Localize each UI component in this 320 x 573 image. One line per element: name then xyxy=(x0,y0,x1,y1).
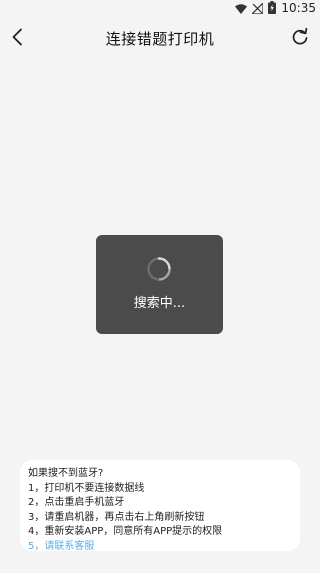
help-card: 如果搜不到蓝牙? 1，打印机不要连接数据线 2，点击重启手机蓝牙 3，请重启机器… xyxy=(20,460,300,552)
chevron-left-icon xyxy=(11,28,23,50)
no-signal-icon xyxy=(250,0,265,18)
status-bar: 10:35 xyxy=(0,0,320,16)
help-item: 3，请重启机器，再点击右上角刷新按钮 xyxy=(28,511,205,523)
refresh-button[interactable] xyxy=(288,27,312,51)
battery-charging-icon xyxy=(268,0,277,18)
page-title: 连接错题打印机 xyxy=(105,30,215,48)
status-time: 10:35 xyxy=(281,1,316,15)
help-title: 如果搜不到蓝牙? xyxy=(28,468,104,479)
loading-spinner-icon xyxy=(146,256,172,282)
help-item: 4，重新安装APP，同意所有APP提示的权限 xyxy=(28,526,223,538)
refresh-icon xyxy=(291,27,309,50)
help-item: 2，点击重启手机蓝牙 xyxy=(28,497,125,509)
help-item: 1，打印机不要连接数据线 xyxy=(28,482,145,494)
loading-text: 搜索中... xyxy=(133,296,186,311)
loading-dialog: 搜索中... xyxy=(96,235,223,334)
contact-support-link[interactable]: 5，请联系客服 xyxy=(28,540,300,555)
back-button[interactable] xyxy=(6,24,28,54)
status-icons: 10:35 xyxy=(235,0,316,16)
nav-bar: 连接错题打印机 xyxy=(0,18,320,60)
wifi-icon xyxy=(235,0,248,18)
bottom-bar xyxy=(0,566,320,573)
